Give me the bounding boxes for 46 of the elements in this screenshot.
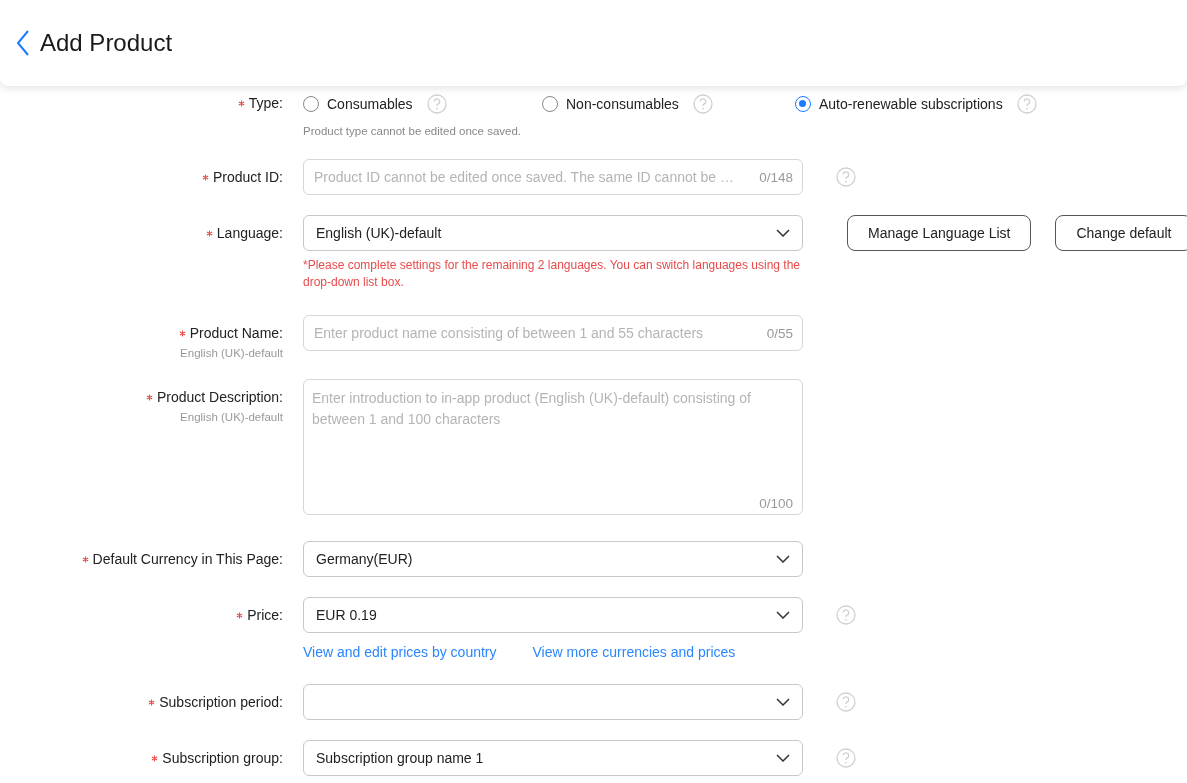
field-label: Default Currency in This Page: (92, 551, 283, 567)
dropdown-value: Germany(EUR) (316, 551, 413, 567)
outline-button[interactable]: Manage Language List (847, 215, 1032, 251)
error-message: *Please complete settings for the remaining 2 languages. You can switch languages using the drop-down list box. (303, 257, 801, 291)
help-icon[interactable] (1016, 94, 1037, 114)
help-icon[interactable] (836, 605, 856, 625)
character-counter: 0/100 (759, 496, 793, 511)
field-label: Product ID: (212, 169, 283, 185)
chevron-down-icon (776, 229, 790, 237)
radio-option[interactable]: Consumables (303, 96, 413, 112)
dropdown-value: Subscription group name 1 (316, 750, 484, 766)
field-label: Subscription group: (162, 750, 283, 766)
field-label: Subscription period: (159, 694, 283, 710)
dropdown-value: English (UK)-default (316, 225, 442, 241)
dropdown-value: EUR 0.19 (316, 607, 377, 623)
outline-button[interactable]: Change default (1055, 215, 1187, 251)
chevron-down-icon (776, 698, 790, 706)
dropdown-field[interactable]: EUR 0.19 (303, 597, 803, 633)
field-label: Product Description: (156, 389, 283, 405)
chevron-down-icon (776, 555, 790, 563)
field-label: Product Name: (189, 325, 283, 341)
help-icon[interactable] (426, 94, 447, 114)
chevron-down-icon (776, 611, 790, 619)
field-sublabel: English (UK)-default (180, 347, 283, 359)
dropdown-field[interactable]: English (UK)-default (303, 215, 803, 251)
field-label: Language: (216, 225, 283, 241)
radio-option[interactable]: Auto-renewable subscriptions (795, 96, 1003, 112)
back-icon[interactable] (16, 30, 30, 56)
dropdown-field[interactable]: Subscription group name 1 (303, 740, 803, 776)
help-icon[interactable] (692, 94, 713, 114)
link[interactable]: View more currencies and prices (532, 644, 736, 660)
chevron-down-icon (776, 754, 790, 762)
field-sublabel: English (UK)-default (180, 411, 283, 423)
help-icon[interactable] (836, 167, 856, 187)
character-counter: 0/55 (766, 326, 793, 341)
help-icon[interactable] (836, 748, 856, 768)
character-counter: 0/148 (759, 170, 793, 185)
page-title: Add Product (40, 29, 173, 57)
dropdown-field[interactable] (303, 684, 803, 720)
radio-option[interactable]: Non-consumables (542, 96, 679, 112)
field-label: Price: (247, 607, 283, 623)
field-label: Type: (248, 95, 283, 111)
hint-text: Product type cannot be edited once saved. (303, 125, 522, 137)
link[interactable]: View and edit prices by country (303, 644, 497, 660)
dropdown-field[interactable]: Germany(EUR) (303, 541, 803, 577)
help-icon[interactable] (836, 692, 856, 712)
